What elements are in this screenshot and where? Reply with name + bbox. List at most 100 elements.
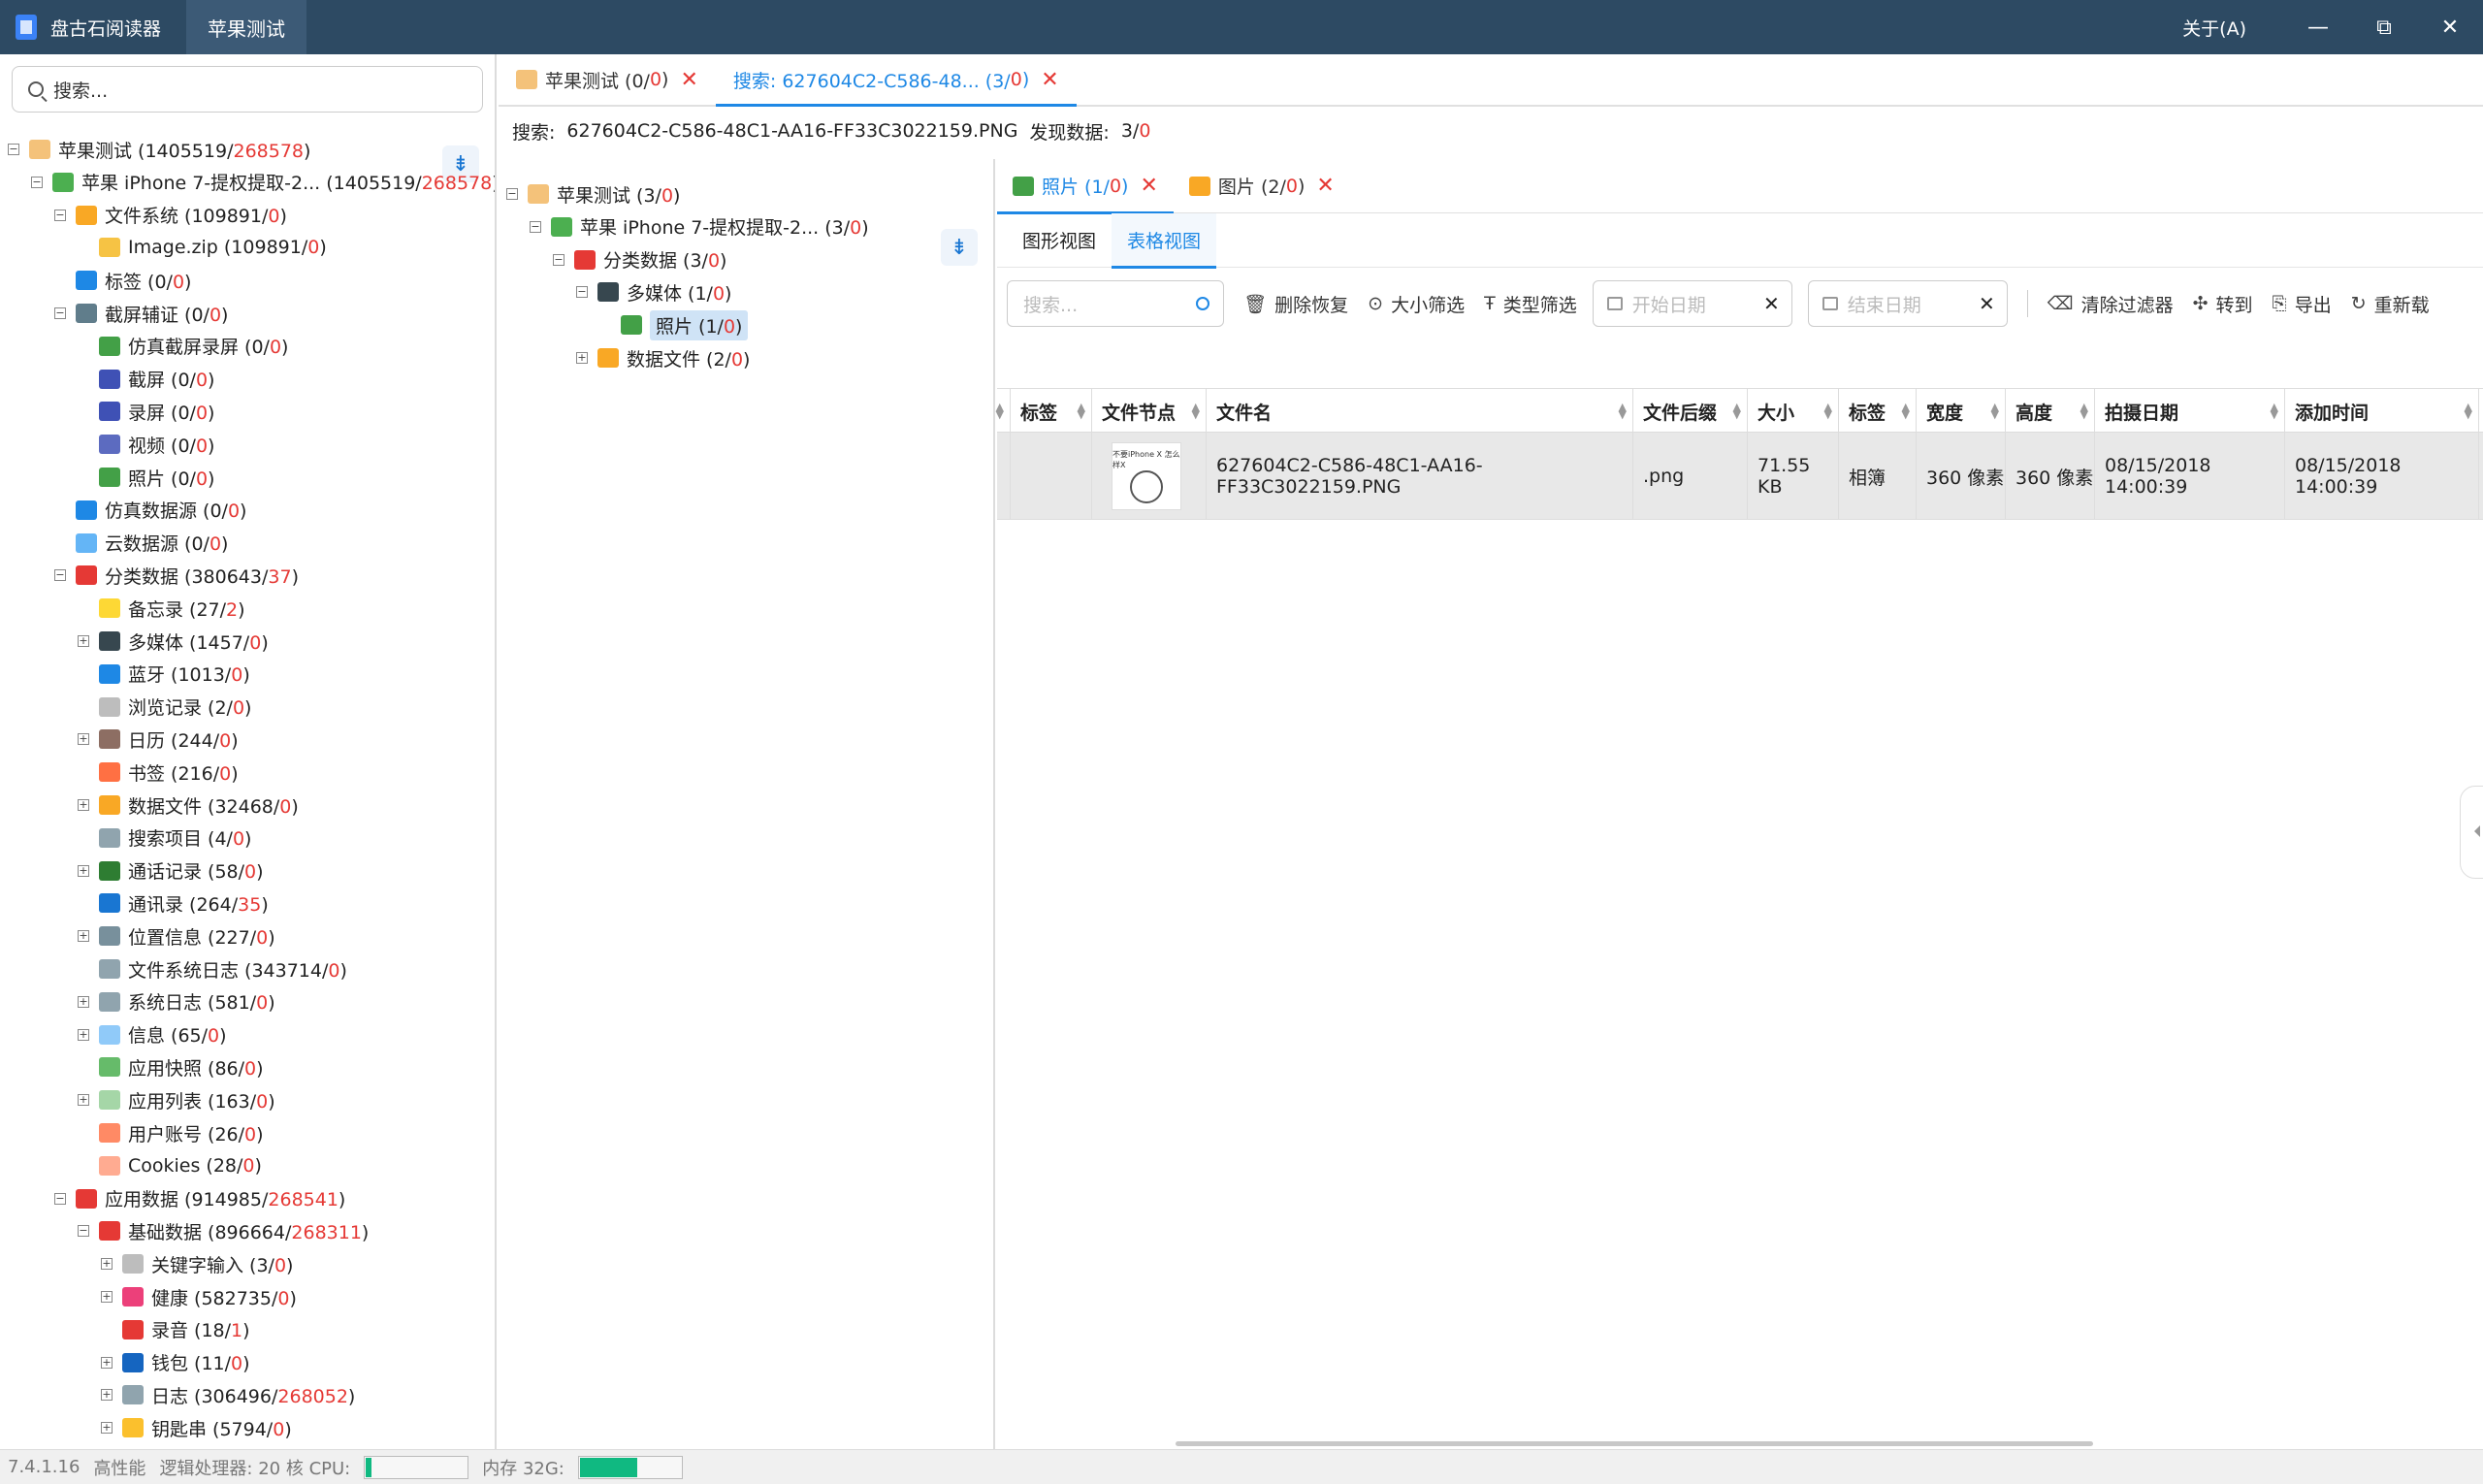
side-panel-handle[interactable] [2460,786,2483,879]
close-tab-icon[interactable]: ✕ [1041,68,1058,92]
horizontal-scrollbar[interactable] [1176,1441,2093,1446]
goto-button[interactable]: ✣ 转到 [2193,291,2253,317]
tab-search-result[interactable]: 搜索: 627604C2-C586-48... (3/0) ✕ [715,54,1077,107]
expand-toggle-icon[interactable]: + [78,930,89,943]
tree-node[interactable]: Image.zip (109891/0) [78,232,327,263]
expand-toggle-icon[interactable]: + [78,635,89,647]
expand-toggle-icon[interactable]: + [78,1094,89,1107]
column-header[interactable]: 标签 ▲ ▼ [1011,389,1092,434]
expand-toggle-icon[interactable]: + [78,733,89,746]
tree-node[interactable]: + 数据文件 (32468/0) [78,790,299,821]
tree-node[interactable]: + 位置信息 (227/0) [78,920,275,952]
column-header[interactable]: 大小 ▲ ▼ [1748,389,1839,434]
expand-toggle-icon[interactable]: + [101,1389,113,1402]
tree-node[interactable]: − 分类数据 (3/0) [553,244,726,275]
tree-search-input[interactable]: 搜索... [12,66,483,113]
expand-toggle-icon[interactable]: + [78,799,89,811]
tree-node[interactable]: − 苹果测试 (3/0) [506,178,680,210]
table-view-tab[interactable]: 表格视图 [1112,212,1217,269]
column-header[interactable]: 文件节点 ▲ ▼ [1092,389,1207,434]
expand-toggle-icon[interactable]: + [101,1258,113,1271]
expand-toggle-icon[interactable]: − [530,220,541,233]
tree-node[interactable]: − 苹果 iPhone 7-提权提取-2... (1405519/268578) [31,167,495,198]
tree-node[interactable]: + 数据文件 (2/0) [576,342,750,373]
tree-node[interactable]: + 关键字输入 (3/0) [101,1248,293,1279]
reload-button[interactable]: ↻ 重新载 [2351,291,2430,317]
expand-toggle-icon[interactable]: + [101,1356,113,1369]
clear-start-date-icon[interactable]: ✕ [1763,292,1780,315]
tree-node[interactable]: − 苹果 iPhone 7-提权提取-2... (3/0) [530,211,869,242]
tree-node[interactable]: − 基础数据 (896664/268311) [78,1215,369,1246]
expand-toggle-icon[interactable]: + [576,352,588,364]
close-tab-icon[interactable]: ✕ [1140,174,1157,198]
row-selector-header[interactable]: ▲ ▼ [996,389,1011,434]
tree-node[interactable]: + 信息 (65/0) [78,1019,227,1050]
tree-node[interactable]: − 文件系统 (109891/0) [54,200,287,231]
tree-node[interactable]: 备忘录 (27/2) [78,593,245,624]
expand-toggle-icon[interactable]: + [78,1028,89,1041]
tree-node[interactable]: 录音 (18/1) [101,1314,250,1345]
tree-node[interactable]: 通讯录 (264/35) [78,887,269,919]
expand-toggle-icon[interactable]: − [31,176,43,188]
tree-node[interactable]: 仿真截屏录屏 (0/0) [78,331,288,362]
expand-toggle-icon[interactable]: + [78,995,89,1008]
export-button[interactable]: ⎘ 导出 [2273,291,2332,317]
tab-images[interactable]: 图片 (2/0) ✕ [1174,159,1350,213]
tree-node[interactable]: 蓝牙 (1013/0) [78,659,250,690]
expand-toggle-icon[interactable]: − [54,307,66,319]
close-button[interactable]: ✕ [2417,0,2483,54]
expand-toggle-icon[interactable]: − [8,144,19,155]
column-header[interactable]: 宽度 ▲ ▼ [1917,389,2006,434]
tree-node[interactable]: + 日志 (306496/268052) [101,1379,355,1410]
tree-node[interactable]: 应用快照 (86/0) [78,1051,264,1082]
column-header[interactable]: 拍摄日期 ▲ ▼ [2095,389,2285,434]
column-header[interactable]: 标签 ▲ ▼ [1839,389,1917,434]
tree-node[interactable]: 照片 (1/0) [599,309,749,340]
column-header[interactable]: 文件后缀 ▲ ▼ [1633,389,1748,434]
tree-node[interactable]: 书签 (216/0) [78,757,239,788]
tab-case-view[interactable]: 苹果测试 (0/0) ✕ [499,54,716,105]
column-header[interactable]: 添加时间 ▲ ▼ [2285,389,2479,434]
close-tab-icon[interactable]: ✕ [1316,174,1334,198]
tree-node[interactable]: 录屏 (0/0) [78,396,214,427]
tree-node[interactable]: 云数据源 (0/0) [54,528,228,559]
type-filter-button[interactable]: Ŧ 类型筛选 [1484,291,1577,317]
row-selector[interactable] [997,433,1011,520]
end-date-input[interactable]: 结束日期 ✕ [1807,280,2008,327]
close-tab-icon[interactable]: ✕ [680,68,697,92]
size-filter-button[interactable]: ⊙ 大小筛选 [1368,291,1465,317]
tree-node[interactable]: + 钥匙串 (5794/0) [101,1412,292,1443]
image-thumbnail[interactable]: 不要iPhone X 怎么样X [1112,442,1181,510]
tree-node[interactable]: − 多媒体 (1/0) [576,276,731,307]
tree-node[interactable]: + 钱包 (11/0) [101,1347,250,1378]
tree-node[interactable]: − 苹果测试 (1405519/268578) [8,134,310,165]
expand-toggle-icon[interactable]: − [506,188,518,200]
tree-node[interactable]: Cookies (28/0) [78,1150,262,1181]
tree-node[interactable]: + 应用列表 (163/0) [78,1084,275,1115]
tree-node[interactable]: + 多媒体 (1457/0) [78,626,269,657]
tree-node[interactable]: 文件系统日志 (343714/0) [78,953,347,984]
tree-node[interactable]: + 系统日志 (581/0) [78,986,275,1017]
delete-restore-button[interactable]: 🗑 删除恢复 [1243,291,1348,317]
about-menu[interactable]: 关于(A) [2182,15,2246,41]
start-date-input[interactable]: 开始日期 ✕ [1592,280,1792,327]
expand-toggle-icon[interactable]: + [101,1422,113,1435]
tab-case[interactable]: 苹果测试 [186,0,307,54]
tree-node[interactable]: + 通话记录 (58/0) [78,855,264,887]
expand-toggle-icon[interactable]: + [101,1291,113,1303]
table-search-input[interactable]: 搜索... [1007,280,1224,327]
tree-node[interactable]: − 分类数据 (380643/37) [54,560,299,591]
clear-filter-button[interactable]: ⌫ 清除过滤器 [2048,291,2174,317]
graphic-view-tab[interactable]: 图形视图 [1007,213,1112,268]
tree-node[interactable]: 照片 (0/0) [78,462,214,493]
tree-node[interactable]: 视频 (0/0) [78,429,214,460]
tab-photos[interactable]: 照片 (1/0) ✕ [997,159,1174,214]
expand-toggle-icon[interactable]: − [78,1225,89,1238]
tree-node[interactable]: 标签 (0/0) [54,265,191,296]
column-header[interactable]: 高度 ▲ ▼ [2006,389,2095,434]
collapse-all-button[interactable]: ⇟ [941,229,978,266]
expand-toggle-icon[interactable]: − [576,286,588,299]
expand-toggle-icon[interactable]: − [54,569,66,582]
tree-node[interactable]: − 应用数据 (914985/268541) [54,1183,345,1214]
tree-node[interactable]: 浏览记录 (2/0) [78,692,251,723]
